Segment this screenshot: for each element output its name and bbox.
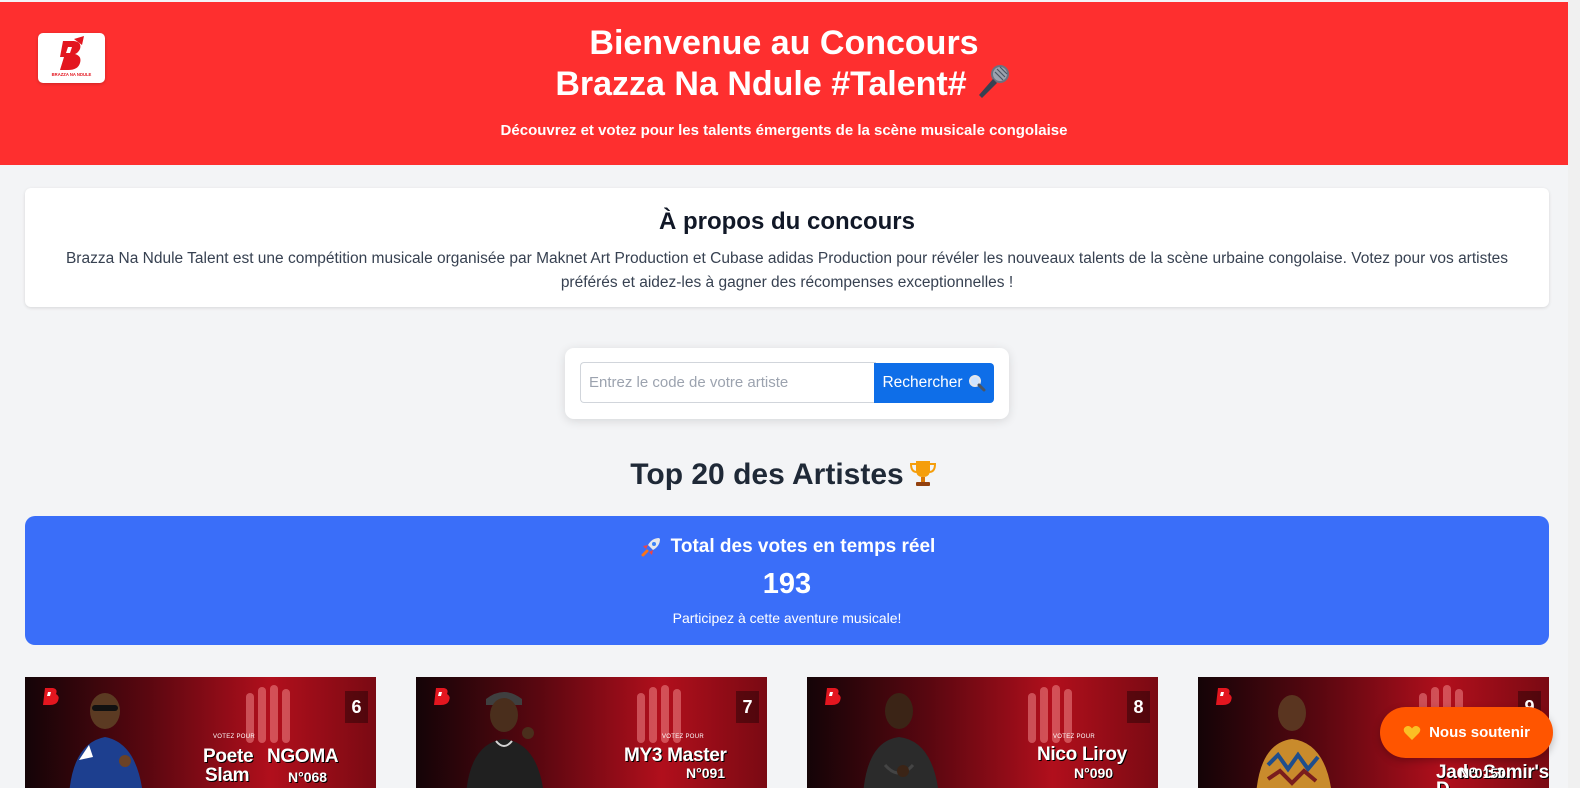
artist-alias: Slam: [205, 765, 250, 786]
artist-photo: [1256, 695, 1331, 788]
votez-pour-label: VOTEZ POUR: [213, 734, 256, 740]
artist-photo: [69, 693, 142, 788]
artist-name: Nico Liroy: [1037, 744, 1127, 765]
artist-code-input[interactable]: [580, 362, 876, 403]
artist-code: N°091: [686, 765, 726, 781]
votes-title: Total des votes en temps réel: [670, 536, 936, 557]
card-logo-icon: [434, 688, 450, 705]
rocket-icon: [641, 538, 660, 557]
artist-card[interactable]: VOTEZ POUR 8 Nico Liroy N°090: [807, 677, 1158, 788]
artist-card[interactable]: VOTEZ POUR 7 MY3 Master N°091: [416, 677, 767, 788]
artist-code: N°068: [288, 769, 328, 785]
hero-subtitle: Découvrez et votez pour les talents émer…: [500, 122, 1068, 139]
page-scrollbar[interactable]: [1568, 0, 1580, 788]
hero-title-line1: Bienvenue au Concours: [589, 24, 979, 62]
artist-card[interactable]: VOTEZ POUR 6 Poete NGOMA Slam N°068: [25, 677, 376, 788]
about-title: À propos du concours: [658, 208, 915, 235]
artist-code: N°0150: [1459, 765, 1506, 781]
top-artists-title: Top 20 des Artistes: [0, 458, 1568, 492]
rank-badge: 7: [736, 691, 759, 723]
artist-last-name: NGOMA: [267, 746, 339, 767]
hero-title-line2: Brazza Na Ndule #Talent#: [555, 65, 967, 103]
search-card: Rechercher: [565, 348, 1009, 419]
search-button-label: Rechercher: [882, 374, 963, 391]
rank-badge: 6: [345, 691, 368, 723]
total-votes-banner: Total des votes en temps réel 193 Partic…: [25, 516, 1549, 645]
artist-cards: VOTEZ POUR 6 Poete NGOMA Slam N°068 VOTE…: [25, 677, 1568, 788]
rank-badge: 8: [1127, 691, 1150, 723]
artist-photo: [466, 692, 543, 788]
heart-icon: [1403, 725, 1421, 740]
hero-title: Bienvenue au Concours Brazza Na Ndule #T…: [0, 24, 1568, 104]
hero-title-line2-wrap: Brazza Na Ndule #Talent#: [0, 63, 1568, 104]
about-text: Brazza Na Ndule Talent est une compétiti…: [65, 250, 1509, 291]
votes-count: 193: [762, 568, 812, 600]
card-logo-icon: [825, 688, 841, 705]
magnifier-icon: [968, 375, 986, 392]
votez-pour-label: VOTEZ POUR: [662, 734, 705, 740]
support-button[interactable]: Nous soutenir: [1380, 707, 1553, 758]
hero-banner: BRAZZA NA NDULE Bienvenue au Concours Br…: [0, 2, 1568, 165]
trophy-icon: [909, 461, 936, 486]
microphone-icon: [978, 65, 1009, 98]
artist-photo: [863, 693, 938, 788]
about-section: À propos du concours Brazza Na Ndule Tal…: [25, 188, 1549, 307]
support-button-label: Nous soutenir: [1429, 724, 1530, 741]
votez-pour-label: VOTEZ POUR: [1053, 734, 1096, 740]
top-title-text: Top 20 des Artistes: [630, 458, 904, 491]
artist-name: MY3 Master: [624, 745, 727, 766]
votes-subtitle: Participez à cette aventure musicale!: [672, 610, 902, 626]
votes-title-row: Total des votes en temps réel: [25, 535, 1549, 559]
artist-first-name: Poete: [203, 746, 254, 767]
artist-code: N°090: [1074, 765, 1114, 781]
card-logo-icon: [1216, 688, 1232, 705]
search-button[interactable]: Rechercher: [874, 363, 994, 403]
